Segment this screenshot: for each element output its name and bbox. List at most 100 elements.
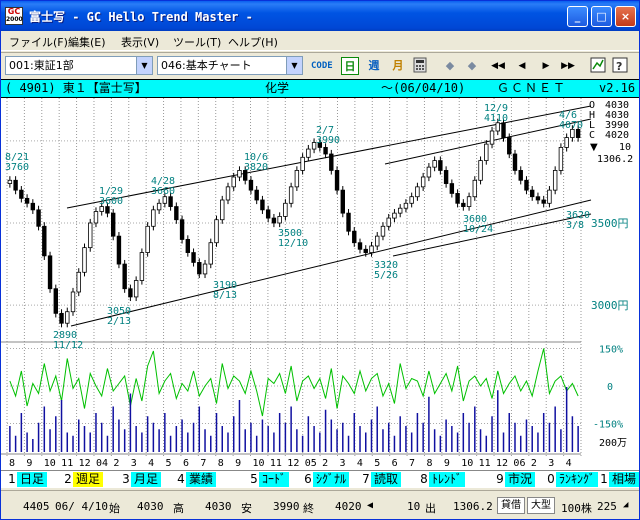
candle-body	[524, 179, 529, 191]
close-button[interactable]: ×	[615, 6, 636, 27]
function-key-bar: 1 日足 2 週足 3 月足 4 業績 5 ｺｰﾄﾞ 6 ｼｸﾞﾅﾙ 7 読取 8 ﾄﾚﾝﾄﾞ 9 市況 0 ﾗﾝｷﾝ…	[1, 470, 639, 488]
view-icon[interactable]	[589, 57, 607, 75]
fkey-number: 9	[496, 472, 504, 486]
menu-help[interactable]: ヘルプ(H)	[228, 34, 278, 50]
chevron-down-icon[interactable]: ▼	[136, 57, 152, 74]
candle-body	[495, 122, 500, 132]
fkey-3[interactable]: 3 月足	[121, 471, 162, 488]
fkey-5[interactable]: 5 ｺｰﾄﾞ	[249, 471, 290, 488]
fkey-number: 8	[420, 472, 428, 486]
candle-body	[409, 196, 414, 204]
fkey-6[interactable]: 6 ｼｸﾞﾅﾙ	[303, 471, 350, 488]
app-icon[interactable]: GC 2000	[5, 7, 23, 25]
candle-body	[334, 170, 340, 191]
candle-body	[507, 137, 512, 155]
fkey-10[interactable]: 0 ﾗﾝｷﾝｸﾞ	[546, 471, 599, 488]
arrow-right-icon[interactable]: ◆	[463, 57, 481, 75]
fkey-1[interactable]: 1 日足	[7, 471, 48, 488]
step-forward-icon[interactable]: ▶	[537, 57, 555, 75]
candle-body	[133, 280, 139, 298]
code-button[interactable]: CODE	[311, 57, 333, 75]
resize-grip-icon[interactable]: ◢	[623, 500, 628, 510]
x-tick-label: 7	[200, 458, 206, 469]
fkey-label: 業績	[186, 472, 217, 487]
annotations: 8/2137601/2936004/28366010/638202/739901…	[5, 103, 590, 351]
osc-tick-label: -150%	[593, 420, 623, 431]
status-open-label: 始	[109, 502, 120, 515]
app-icon-top-text: GC	[7, 7, 21, 16]
fkey-label: 相場	[609, 472, 639, 487]
arrow-left-icon[interactable]: ◆	[441, 57, 459, 75]
candle-body	[443, 170, 449, 184]
fast-forward-icon[interactable]: ▶▶	[559, 57, 577, 75]
candle-body	[501, 122, 506, 138]
annotation-label: 3600	[99, 196, 123, 207]
annotation-label: 4070	[559, 120, 583, 131]
candle-body	[478, 160, 483, 181]
menu-tools[interactable]: ツール(T)	[173, 34, 221, 50]
price-tick-label: 3500円	[591, 217, 629, 230]
candle-body	[254, 189, 259, 201]
x-tick-label: 4	[357, 458, 363, 469]
x-tick-label: 6	[183, 458, 189, 469]
market-select[interactable]: 001:東証1部 ▼	[5, 56, 153, 75]
fkey-label: 読取	[371, 472, 402, 487]
fkey-label: 日足	[17, 472, 48, 487]
candle-body	[42, 225, 47, 257]
menu-file[interactable]: ファイル(F)	[9, 34, 68, 50]
menu-edit[interactable]: 編集(E)	[68, 34, 106, 50]
candle-body	[265, 209, 271, 219]
week-button[interactable]: 週	[365, 57, 383, 75]
month-button[interactable]: 月	[389, 57, 407, 75]
chart-area[interactable]: 8/21 3760 1/29 3600 4/28 3660 10/6 3820 2/7 3990 1…	[1, 98, 639, 470]
title-bar[interactable]: GC 2000 富士写 - GC Hello Trend Master - _ □…	[1, 1, 639, 31]
candle-body	[214, 219, 219, 244]
chevron-down-icon[interactable]: ▼	[286, 57, 302, 74]
x-tick-label: 8	[9, 458, 15, 469]
fkey-11[interactable]: 1 相場	[599, 471, 639, 488]
candle-body	[82, 247, 87, 273]
fkey-label: ｼｸﾞﾅﾙ	[313, 472, 350, 487]
menu-view[interactable]: 表示(V)	[121, 34, 159, 50]
status-volume-label: 出	[425, 502, 436, 515]
candle-body	[128, 288, 133, 298]
candle-body	[472, 179, 478, 198]
candle-body	[283, 202, 288, 217]
candle-body	[484, 143, 489, 161]
toolbar: 001:東証1部 ▼ 046:基本チャート ▼ CODE 日 週 月 ◆ ◆ ◀◀ …	[1, 52, 639, 78]
fkey-2[interactable]: 2 週足	[63, 471, 104, 488]
candle-body	[88, 222, 93, 249]
minimize-button[interactable]: _	[567, 6, 588, 27]
x-tick-label: 2	[531, 458, 537, 469]
candle-body	[179, 219, 185, 240]
maximize-button[interactable]: □	[591, 6, 612, 27]
annotation-label: 2/13	[107, 316, 131, 327]
x-tick-label: 9	[444, 458, 450, 469]
candle-body	[139, 252, 145, 281]
chart-select[interactable]: 046:基本チャート ▼	[157, 56, 303, 75]
help-icon[interactable]: ?	[611, 57, 629, 75]
rewind-icon[interactable]: ◀◀	[489, 57, 507, 75]
candle-body	[438, 160, 443, 171]
status-volume: 10	[407, 500, 421, 513]
candle-body	[185, 239, 191, 253]
fkey-number: 3	[122, 472, 130, 486]
candle-body	[346, 212, 351, 232]
grid	[1, 98, 582, 458]
candle-body	[415, 186, 420, 198]
last-value: 1306.2	[597, 154, 633, 165]
fkey-4[interactable]: 4 業績	[176, 471, 217, 488]
chart-select-value: 046:基本チャート	[161, 59, 252, 72]
candle-body	[105, 206, 110, 214]
fkey-9[interactable]: 9 市況	[495, 471, 536, 488]
fkey-7[interactable]: 7 読取	[361, 471, 402, 488]
annotation-label: 11/12	[53, 340, 83, 351]
day-button[interactable]: 日	[341, 57, 359, 75]
candle-body	[329, 153, 334, 171]
fkey-8[interactable]: 8 ﾄﾚﾝﾄﾞ	[419, 471, 466, 488]
lower-trend-line	[392, 213, 592, 257]
x-tick-label: 5	[166, 458, 172, 469]
step-back-icon[interactable]: ◀	[513, 57, 531, 75]
calculator-icon[interactable]	[411, 57, 429, 75]
fkey-number: 1	[8, 472, 16, 486]
